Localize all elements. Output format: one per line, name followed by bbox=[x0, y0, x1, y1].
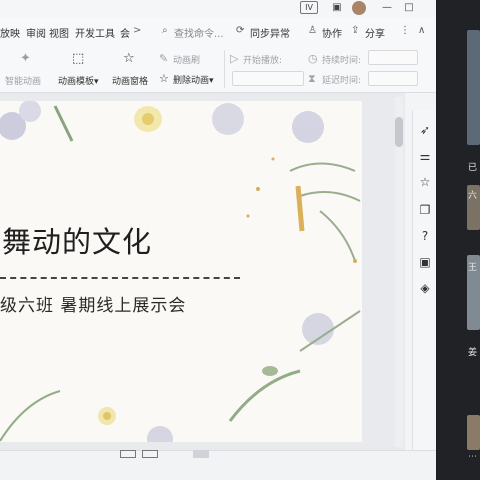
user-badge[interactable]: IV bbox=[300, 1, 318, 14]
sliders-icon[interactable]: ⚌ bbox=[417, 148, 433, 164]
menu-review[interactable]: 审阅 bbox=[26, 25, 46, 40]
menu-meeting[interactable]: 会 bbox=[120, 25, 130, 40]
title-bar: IV ▣ — □ bbox=[0, 0, 436, 18]
search-command-input[interactable]: 查找命令... bbox=[174, 25, 224, 40]
participant-label: 王 bbox=[468, 263, 478, 273]
title-divider bbox=[0, 277, 240, 279]
meeting-panel: 已 六 王 姜 ⋯ bbox=[437, 0, 480, 480]
vertical-scrollbar[interactable] bbox=[395, 97, 403, 447]
help-icon[interactable]: ? bbox=[417, 228, 433, 244]
more-participants-icon[interactable]: ⋯ bbox=[468, 452, 477, 462]
start-play-select[interactable] bbox=[232, 71, 304, 86]
right-side-panel: ➶ ⚌ ☆ ❐ ? ▣ ◈ ⋯ bbox=[412, 110, 436, 480]
search-icon[interactable]: ⌕ bbox=[162, 25, 168, 36]
delete-animation-icon: ☆ bbox=[159, 72, 169, 85]
status-bar bbox=[0, 450, 436, 480]
chevron-right-icon[interactable]: > bbox=[133, 25, 141, 36]
animation-template-icon: ⬚ bbox=[72, 51, 85, 66]
collaborate-icon: ♙ bbox=[308, 25, 317, 36]
delay-icon: ⧗ bbox=[308, 72, 316, 85]
normal-view-icon[interactable] bbox=[120, 450, 136, 458]
start-play-label: 开始播放: bbox=[243, 56, 283, 66]
slide-title[interactable]: 舞动的文化 bbox=[2, 219, 152, 261]
dropdown-arrow-icon: ▾ bbox=[94, 77, 99, 87]
layout-icon[interactable]: ▣ bbox=[330, 1, 344, 15]
animation-pane-button[interactable]: 动画窗格 bbox=[112, 74, 148, 87]
animation-template-button[interactable]: 动画模板▾ bbox=[58, 74, 99, 87]
reading-view-icon[interactable] bbox=[193, 450, 209, 458]
animation-brush-button[interactable]: 动画刷 bbox=[173, 53, 200, 66]
location-icon[interactable]: ◈ bbox=[417, 280, 433, 296]
ribbon-divider bbox=[224, 50, 225, 88]
play-circle-icon: ▷ bbox=[230, 52, 239, 65]
scrollbar-thumb[interactable] bbox=[395, 117, 403, 147]
clock-icon: ◷ bbox=[308, 52, 318, 65]
delete-animation-button[interactable]: 删除动画▾ bbox=[173, 73, 214, 86]
slides-icon[interactable]: ❐ bbox=[417, 202, 433, 218]
floral-decoration bbox=[0, 101, 361, 442]
collaborate-button[interactable]: 协作 bbox=[322, 25, 342, 40]
animation-ribbon: ✦ 智能动画 ⬚ 动画模板▾ ☆ 动画窗格 ✎ 动画刷 ☆ 删除动画▾ ▷ 开始… bbox=[0, 44, 436, 93]
slide[interactable]: 舞动的文化 级六班 暑期线上展示会 bbox=[0, 101, 362, 442]
participant-label: 已 bbox=[468, 163, 478, 173]
more-options-icon[interactable]: ⋮ bbox=[400, 25, 410, 36]
minimize-button[interactable]: — bbox=[380, 1, 394, 15]
dropdown-arrow-icon: ▾ bbox=[209, 76, 214, 86]
slide-canvas-area: 舞动的文化 级六班 暑期线上展示会 bbox=[0, 93, 405, 450]
menu-developer-tools[interactable]: 开发工具 bbox=[75, 25, 115, 40]
avatar[interactable] bbox=[352, 1, 366, 15]
collapse-ribbon-icon[interactable]: ∧ bbox=[418, 25, 425, 36]
star-animation-icon[interactable]: ☆ bbox=[417, 174, 433, 190]
animation-pane-icon: ☆ bbox=[123, 51, 135, 66]
sorter-view-icon[interactable] bbox=[142, 450, 158, 458]
presentation-app-window: IV ▣ — □ 放映 审阅 视图 开发工具 会 > ⌕ 查找命令... ⟳ 同… bbox=[0, 0, 436, 480]
delay-input[interactable] bbox=[368, 71, 418, 86]
slide-subtitle[interactable]: 级六班 暑期线上展示会 bbox=[0, 291, 186, 316]
share-icon: ⇪ bbox=[351, 25, 360, 36]
sync-icon: ⟳ bbox=[236, 25, 245, 36]
participant-label: 姜 bbox=[468, 348, 478, 358]
menu-view[interactable]: 视图 bbox=[49, 25, 69, 40]
smart-animation-icon: ✦ bbox=[20, 51, 31, 66]
menu-bar: 放映 审阅 视图 开发工具 会 > ⌕ 查找命令... ⟳ 同步异常 ♙ 协作 … bbox=[0, 18, 436, 45]
participant-video-tile[interactable] bbox=[467, 30, 480, 145]
rocket-icon[interactable]: ➶ bbox=[417, 122, 433, 138]
smart-animation-button[interactable]: 智能动画 bbox=[5, 74, 41, 87]
animation-brush-icon: ✎ bbox=[159, 52, 169, 65]
sync-status-button[interactable]: 同步异常 bbox=[250, 25, 290, 40]
image-tool-icon[interactable]: ▣ bbox=[417, 254, 433, 270]
participant-label: 六 bbox=[468, 191, 478, 201]
share-button[interactable]: 分享 bbox=[365, 25, 385, 40]
duration-label: 持续时间: bbox=[322, 56, 362, 66]
participant-video-tile[interactable] bbox=[467, 415, 480, 450]
menu-slideshow[interactable]: 放映 bbox=[0, 25, 20, 40]
delay-label: 延迟时间: bbox=[322, 76, 362, 86]
duration-input[interactable] bbox=[368, 50, 418, 65]
maximize-button[interactable]: □ bbox=[402, 1, 416, 15]
